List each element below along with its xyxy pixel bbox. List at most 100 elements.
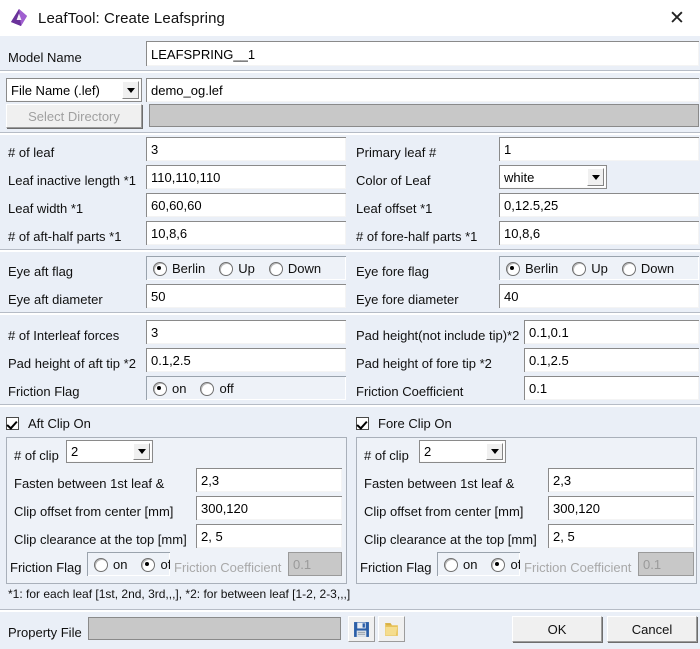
eye-aft-diameter-input[interactable]: 50	[146, 284, 346, 308]
chevron-down-icon[interactable]	[122, 81, 139, 99]
title-bar: LeafTool: Create Leafspring ✕	[0, 0, 700, 36]
radio-icon[interactable]	[153, 381, 167, 396]
radio-icon[interactable]	[572, 261, 587, 276]
fore-clip-friction-flag-label: Friction Flag	[360, 560, 432, 575]
folder-open-icon[interactable]	[378, 616, 405, 642]
leaf-offset-input[interactable]: 0,12.5,25	[499, 193, 699, 217]
aft-clip-checkbox[interactable]: Aft Clip On	[6, 416, 91, 431]
ok-button[interactable]: OK	[512, 616, 602, 642]
radio-icon[interactable]	[506, 261, 520, 276]
fore-clip-friction-coefficient-label: Friction Coefficient	[524, 560, 632, 575]
radio-icon[interactable]	[141, 557, 156, 572]
eye-aft-flag-radiogroup[interactable]: Berlin Up Down	[146, 256, 346, 280]
radio-label: Down	[287, 261, 322, 276]
pad-height-fore-tip-input[interactable]: 0.1,2.5	[524, 348, 699, 372]
radio-label: on	[463, 557, 478, 572]
radio-icon[interactable]	[491, 557, 506, 572]
aft-num-clip-select[interactable]: 2	[66, 440, 153, 463]
floppy-save-icon[interactable]	[348, 616, 375, 642]
radio-icon[interactable]	[219, 261, 234, 276]
eye-aft-flag-option-up[interactable]: Up	[219, 261, 255, 276]
eye-aft-flag-option-down[interactable]: Down	[268, 261, 322, 276]
fore-num-clip-select[interactable]: 2	[419, 440, 506, 463]
primary-leaf-input[interactable]: 1	[499, 137, 699, 161]
num-leaf-input[interactable]: 3	[146, 137, 346, 161]
radio-label: of	[160, 557, 170, 572]
cancel-button[interactable]: Cancel	[607, 616, 697, 642]
interleaf-friction-option-off[interactable]: off	[200, 381, 234, 396]
file-type-value: File Name (.lef)	[11, 82, 100, 98]
close-icon[interactable]: ✕	[654, 0, 700, 36]
eye-fore-diameter-input[interactable]: 40	[499, 284, 699, 308]
radio-icon[interactable]	[268, 261, 283, 276]
aft-clip-friction-radiogroup[interactable]: on of	[87, 552, 170, 576]
interleaf-friction-option-on[interactable]: on	[153, 381, 186, 396]
divider-3	[0, 249, 700, 252]
radio-label: Down	[640, 261, 675, 276]
radio-icon[interactable]	[621, 261, 636, 276]
pad-height-not-tip-input[interactable]: 0.1,0.1	[524, 320, 699, 344]
num-fore-half-parts-input[interactable]: 10,8,6	[499, 221, 699, 245]
divider-2	[0, 132, 700, 135]
aft-clip-clearance-label: Clip clearance at the top [mm]	[14, 532, 187, 547]
friction-coefficient-input[interactable]: 0.1	[524, 376, 699, 400]
interleaf-friction-radiogroup[interactable]: on off	[146, 376, 346, 400]
aft-clip-offset-input[interactable]: 300,120	[196, 496, 342, 520]
eye-fore-flag-option-up[interactable]: Up	[572, 261, 608, 276]
leaf-inactive-length-label: Leaf inactive length *1	[8, 173, 136, 188]
eye-fore-flag-option-down[interactable]: Down	[621, 261, 675, 276]
fore-clip-friction-option-on[interactable]: on	[444, 557, 477, 572]
primary-leaf-label: Primary leaf #	[356, 145, 437, 160]
radio-label: Up	[238, 261, 255, 276]
aft-clip-friction-coefficient-input[interactable]: 0.1	[288, 552, 342, 576]
fore-clip-checkbox[interactable]: Fore Clip On	[356, 416, 452, 431]
chevron-down-icon[interactable]	[587, 168, 604, 186]
eye-fore-flag-option-berlin[interactable]: Berlin	[506, 261, 558, 276]
radio-label: off	[219, 381, 234, 396]
leaf-width-label: Leaf width *1	[8, 201, 84, 216]
property-file-input[interactable]	[88, 617, 341, 640]
fore-clip-friction-radiogroup[interactable]: on of	[437, 552, 520, 576]
fore-clip-clearance-input[interactable]: 2, 5	[548, 524, 694, 548]
interleaf-friction-flag-label: Friction Flag	[8, 384, 80, 399]
model-name-input[interactable]: LEAFSPRING__1	[146, 41, 699, 66]
radio-icon[interactable]	[94, 557, 108, 572]
interleaf-forces-input[interactable]: 3	[146, 320, 346, 344]
window-title: LeafTool: Create Leafspring	[38, 9, 225, 27]
checkbox-icon[interactable]	[356, 417, 369, 430]
eye-aft-flag-option-berlin[interactable]: Berlin	[153, 261, 205, 276]
file-name-input[interactable]: demo_og.lef	[146, 78, 699, 102]
eye-fore-diameter-label: Eye fore diameter	[356, 292, 459, 307]
color-of-leaf-select[interactable]: white	[499, 165, 607, 189]
leaf-inactive-length-input[interactable]: 110,110,110	[146, 165, 346, 189]
select-directory-button[interactable]: Select Directory	[6, 104, 142, 128]
chevron-down-icon[interactable]	[133, 443, 150, 460]
num-leaf-label: # of leaf	[8, 145, 55, 160]
divider-4	[0, 312, 700, 315]
aft-num-clip-value: 2	[71, 444, 79, 459]
radio-label: on	[172, 381, 187, 396]
aft-fasten-input[interactable]: 2,3	[196, 468, 342, 492]
fore-fasten-input[interactable]: 2,3	[548, 468, 694, 492]
aft-clip-friction-option-off[interactable]: of	[141, 557, 170, 572]
file-type-select[interactable]: File Name (.lef)	[6, 78, 142, 102]
leaf-width-input[interactable]: 60,60,60	[146, 193, 346, 217]
aft-clip-friction-option-on[interactable]: on	[94, 557, 127, 572]
directory-input[interactable]	[149, 104, 699, 127]
radio-icon[interactable]	[200, 381, 215, 396]
checkbox-icon[interactable]	[6, 417, 19, 430]
radio-icon[interactable]	[444, 557, 458, 572]
radio-icon[interactable]	[153, 261, 167, 276]
pad-height-aft-tip-input[interactable]: 0.1,2.5	[146, 348, 346, 372]
fore-clip-offset-input[interactable]: 300,120	[548, 496, 694, 520]
num-aft-half-parts-input[interactable]: 10,8,6	[146, 221, 346, 245]
fore-clip-friction-coefficient-input[interactable]: 0.1	[638, 552, 694, 576]
chevron-down-icon[interactable]	[486, 443, 503, 460]
radio-label: Berlin	[172, 261, 206, 276]
eye-fore-flag-radiogroup[interactable]: Berlin Up Down	[499, 256, 699, 280]
num-aft-half-parts-label: # of aft-half parts *1	[8, 229, 122, 244]
fore-clip-friction-option-off[interactable]: of	[491, 557, 520, 572]
divider-1	[0, 70, 700, 73]
aft-num-clip-label: # of clip	[14, 448, 59, 463]
aft-clip-clearance-input[interactable]: 2, 5	[196, 524, 342, 548]
